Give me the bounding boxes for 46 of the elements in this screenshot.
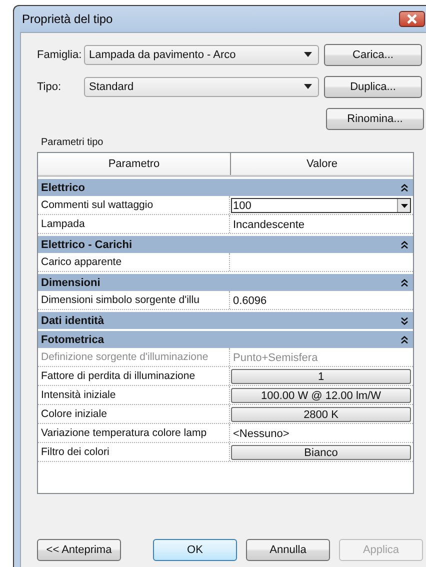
close-button[interactable] (399, 11, 425, 27)
type-label: Tipo: (37, 80, 62, 92)
collapse-icon (401, 240, 408, 248)
rename-button[interactable]: Rinomina... (326, 108, 424, 130)
parameter-name: Filtro dei colori (38, 443, 230, 461)
parameter-name: Commenti sul wattaggio (38, 196, 230, 214)
parameter-name: Lampada (38, 215, 230, 233)
dialog-button[interactable]: OK (153, 539, 237, 561)
parameter-name: Definizione sorgente d'illuminazione (38, 348, 230, 366)
load-button[interactable]: Carica... (324, 44, 422, 66)
collapse-icon (401, 336, 408, 344)
expand-icon (401, 316, 408, 324)
value-text: Punto+Semisfera (232, 352, 318, 364)
value-button[interactable]: 1 (231, 369, 411, 384)
value-text: <Nessuno> (232, 428, 290, 440)
group-header[interactable]: Dimensioni (38, 274, 413, 291)
collapse-icon (401, 278, 408, 286)
parameter-name: Carico apparente (38, 253, 230, 271)
dialog-button[interactable]: Annulla (246, 539, 330, 561)
value-text: Incandescente (232, 218, 305, 230)
column-header: Parametro (38, 153, 231, 175)
group-header[interactable]: Dati identità (38, 312, 413, 329)
collapse-icon (401, 184, 408, 192)
section-label: Parametri tipo (41, 137, 104, 148)
parameter-name: Dimensioni simbolo sorgente d'illu (38, 291, 230, 309)
parameter-name: Colore iniziale (38, 405, 230, 423)
value-button[interactable]: 100.00 W @ 12.00 lm/W (231, 388, 411, 403)
group-header[interactable]: Elettrico - Carichi (38, 236, 413, 253)
parameter-name: Fattore di perdita di illuminazione (38, 367, 230, 385)
type-dropdown[interactable]: Standard (84, 76, 319, 96)
value-text: 0.6096 (232, 294, 267, 306)
group-header[interactable]: Elettrico (38, 179, 413, 196)
dialog-button[interactable]: << Anteprima (37, 539, 121, 561)
value-button[interactable]: Bianco (231, 445, 411, 460)
family-label: Famiglia: (37, 48, 83, 60)
group-header[interactable]: Fotometrica (38, 331, 413, 348)
value-button[interactable]: 2800 K (231, 407, 411, 422)
parameter-name: Intensità iniziale (38, 386, 230, 404)
dropdown-arrow-icon (304, 84, 312, 89)
parameter-name: Variazione temperatura colore lamp (38, 424, 230, 442)
window-title: Proprietà del tipo (22, 12, 113, 26)
close-icon (406, 14, 418, 24)
value-dropdown[interactable]: 100 (231, 198, 411, 213)
duplicate-button[interactable]: Duplica... (324, 76, 422, 98)
dropdown-arrow-icon (304, 52, 312, 57)
family-dropdown[interactable]: Lampada da pavimento - Arco (84, 44, 319, 64)
